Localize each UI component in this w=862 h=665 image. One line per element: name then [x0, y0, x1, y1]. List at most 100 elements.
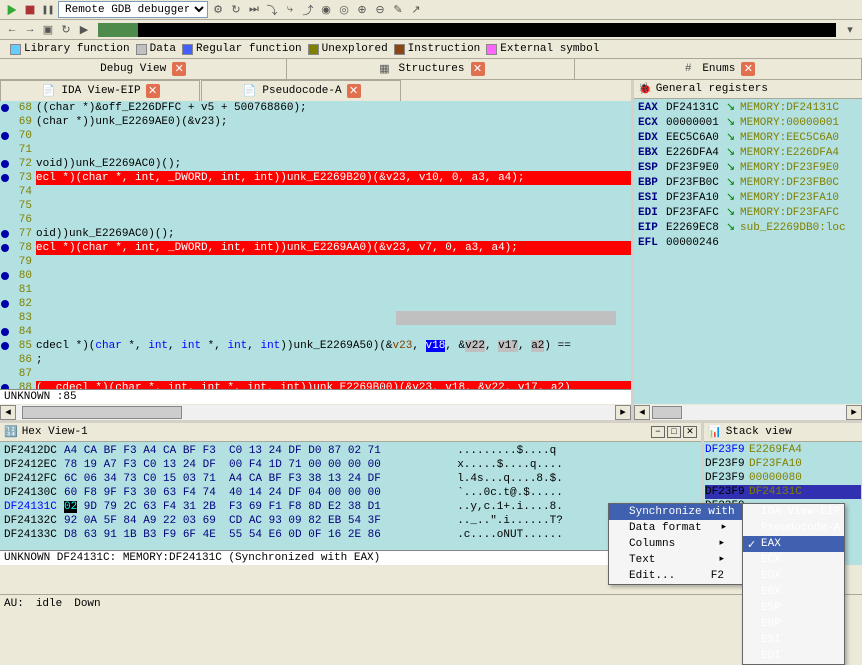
code-line[interactable]: 78ecl *)(char *, int, _DWORD, int, int))… [0, 241, 631, 255]
code-line[interactable]: 79 [0, 255, 631, 269]
stack-row[interactable]: DF23F9 DF24131C [705, 485, 861, 499]
hex-row[interactable]: DF2412EC78 19 A7 F3 C0 13 24 DF 00 F4 1D… [4, 458, 697, 472]
tb-icon-3[interactable]: ⏭ [246, 2, 262, 18]
hex-row[interactable]: DF24132C92 0A 5F 84 A9 22 03 69 CD AC 93… [4, 514, 697, 528]
sub-esp[interactable]: ESP [743, 600, 844, 616]
sub-ida-view[interactable]: IDA View-EIP [743, 504, 844, 520]
breakpoint-icon[interactable] [1, 328, 9, 336]
hex-body[interactable]: DF2412DCA4 CA BF F3 A4 CA BF F3 C0 13 24… [0, 442, 701, 550]
nav-icon-5[interactable]: ▶ [76, 22, 92, 38]
sub-ebp[interactable]: EBP [743, 616, 844, 632]
code-line[interactable]: 88(__cdecl *)(char *, int, int *, int, i… [0, 381, 631, 389]
code-line[interactable]: 76 [0, 213, 631, 227]
pause-icon[interactable] [40, 2, 56, 18]
stack-row[interactable]: DF23F9 DF23FA10 [705, 457, 861, 471]
context-menu[interactable]: Synchronize with IDA View-EIP Pseudocode… [608, 503, 743, 585]
tb-icon-1[interactable]: ⚙ [210, 2, 226, 18]
navigation-band[interactable] [98, 23, 836, 37]
maximize-icon[interactable]: □ [667, 426, 681, 438]
tb-icon-9[interactable]: ⊕ [354, 2, 370, 18]
nav-back-icon[interactable]: ← [4, 22, 20, 38]
tb-icon-10[interactable]: ⊖ [372, 2, 388, 18]
register-row[interactable]: EBXE226DFA4↘MEMORY:E226DFA4 [638, 146, 858, 161]
breakpoint-icon[interactable] [1, 104, 9, 112]
sub-esi[interactable]: ESI [743, 632, 844, 648]
hex-row[interactable]: DF24131C02 9D 79 2C 63 F4 31 2B F3 69 F1… [4, 500, 697, 514]
sub-edx[interactable]: EDX [743, 568, 844, 584]
code-line[interactable]: 83 [0, 311, 631, 325]
code-line[interactable]: 73ecl *)(char *, int, _DWORD, int, int))… [0, 171, 631, 185]
sync-submenu[interactable]: IDA View-EIP Pseudocode-A ✓EAX ECX EDX E… [742, 503, 845, 665]
breakpoint-icon[interactable] [1, 244, 9, 252]
reg-h-scrollbar[interactable]: ◂ ▸ [634, 404, 862, 420]
code-line[interactable]: 87 [0, 367, 631, 381]
code-line[interactable]: 81 [0, 283, 631, 297]
breakpoint-icon[interactable] [1, 342, 9, 350]
hex-row[interactable]: DF24130C60 F8 9F F3 30 63 F4 74 40 14 24… [4, 486, 697, 500]
close-icon[interactable]: ✕ [347, 84, 361, 98]
ctx-columns[interactable]: Columns [609, 536, 742, 552]
register-row[interactable]: ECX00000001↘MEMORY:00000001 [638, 116, 858, 131]
code-line[interactable]: 85cdecl *)(char *, int, int *, int, int)… [0, 339, 631, 353]
ctx-data-format[interactable]: Data format [609, 520, 742, 536]
breakpoint-icon[interactable] [1, 132, 9, 140]
ctx-text[interactable]: Text [609, 552, 742, 568]
breakpoint-icon[interactable] [1, 230, 9, 238]
nav-icon-3[interactable]: ▣ [40, 22, 56, 38]
ctx-sync-with[interactable]: Synchronize with IDA View-EIP Pseudocode… [609, 504, 742, 520]
hex-row[interactable]: DF2412FC6C 06 34 73 C0 15 03 71 A4 CA BF… [4, 472, 697, 486]
step-out-icon[interactable]: ⤴ [300, 2, 316, 18]
hex-row[interactable]: DF24133CD8 63 91 1B B3 F9 6F 4E 55 54 E6… [4, 528, 697, 542]
tb-icon-7[interactable]: ◉ [318, 2, 334, 18]
run-icon[interactable] [4, 2, 20, 18]
sub-edi[interactable]: EDI [743, 648, 844, 664]
registers-body[interactable]: EAXDF24131C↘MEMORY:DF24131CECX00000001↘M… [634, 99, 862, 404]
scroll-right-icon[interactable]: ▸ [846, 405, 862, 420]
register-row[interactable]: ESPDF23F9E0↘MEMORY:DF23F9E0 [638, 161, 858, 176]
tb-icon-11[interactable]: ✎ [390, 2, 406, 18]
code-line[interactable]: 70 [0, 129, 631, 143]
ctx-edit[interactable]: Edit...F2 [609, 568, 742, 584]
tb-icon-8[interactable]: ◎ [336, 2, 352, 18]
breakpoint-icon[interactable] [1, 272, 9, 280]
breakpoint-icon[interactable] [1, 160, 9, 168]
tab-enums[interactable]: # Enums ✕ [575, 59, 862, 79]
tab-pseudocode[interactable]: 📄 Pseudocode-A ✕ [201, 80, 401, 101]
hex-row[interactable]: DF2412DCA4 CA BF F3 A4 CA BF F3 C0 13 24… [4, 444, 697, 458]
debugger-select[interactable]: Remote GDB debugger [58, 1, 208, 18]
register-row[interactable]: EDXEEC5C6A0↘MEMORY:EEC5C6A0 [638, 131, 858, 146]
stop-icon[interactable] [22, 2, 38, 18]
sub-eax[interactable]: ✓EAX [743, 536, 844, 552]
close-icon[interactable]: ✕ [172, 62, 186, 76]
breakpoint-icon[interactable] [1, 384, 9, 389]
tab-ida-view[interactable]: 📄 IDA View-EIP ✕ [0, 80, 200, 101]
code-line[interactable]: 75 [0, 199, 631, 213]
nav-icon-6[interactable]: ▾ [842, 22, 858, 38]
stack-row[interactable]: DF23F9 00000080 [705, 471, 861, 485]
tb-icon-2[interactable]: ↻ [228, 2, 244, 18]
tab-structures[interactable]: ▦ Structures ✕ [287, 59, 574, 79]
close-icon[interactable]: ✕ [146, 84, 160, 98]
tab-debug-view[interactable]: Debug View ✕ [0, 59, 287, 79]
close-icon[interactable]: ✕ [471, 62, 485, 76]
code-area[interactable]: 68((char *)&off_E226DFFC + v5 + 50076886… [0, 101, 631, 389]
nav-fwd-icon[interactable]: → [22, 22, 38, 38]
register-row[interactable]: ESIDF23FA10↘MEMORY:DF23FA10 [638, 191, 858, 206]
code-line[interactable]: 80 [0, 269, 631, 283]
scroll-left-icon[interactable]: ◂ [634, 405, 650, 420]
step-into-icon[interactable]: ⤷ [282, 2, 298, 18]
h-scrollbar[interactable]: ◂ ▸ [0, 404, 631, 420]
code-line[interactable]: 69(char *))unk_E2269AE0)(&v23); [0, 115, 631, 129]
code-line[interactable]: 86; [0, 353, 631, 367]
code-line[interactable]: 71 [0, 143, 631, 157]
scroll-left-icon[interactable]: ◂ [0, 405, 16, 420]
register-row[interactable]: EIPE2269EC8↘sub_E2269DB0:loc [638, 221, 858, 236]
close-icon[interactable]: ✕ [683, 426, 697, 438]
sub-ebx[interactable]: EBX [743, 584, 844, 600]
close-icon[interactable]: ✕ [741, 62, 755, 76]
code-line[interactable]: 84 [0, 325, 631, 339]
register-row[interactable]: EAXDF24131C↘MEMORY:DF24131C [638, 101, 858, 116]
sub-pseudo[interactable]: Pseudocode-A [743, 520, 844, 536]
code-line[interactable]: 68((char *)&off_E226DFFC + v5 + 50076886… [0, 101, 631, 115]
code-line[interactable]: 82 [0, 297, 631, 311]
